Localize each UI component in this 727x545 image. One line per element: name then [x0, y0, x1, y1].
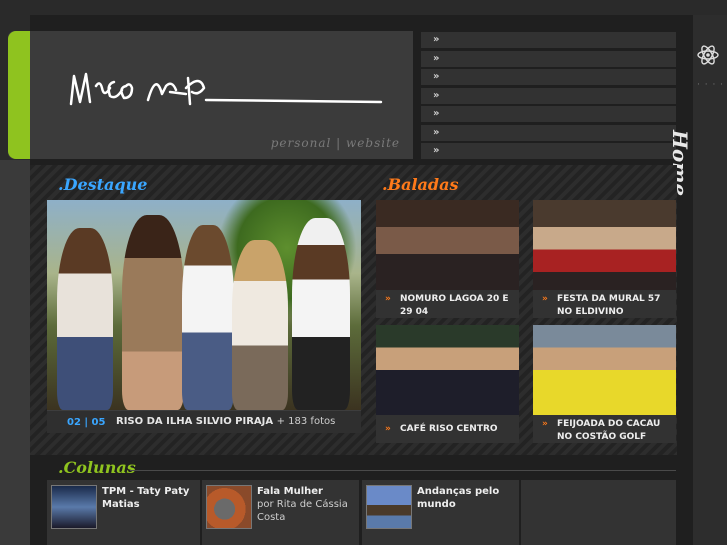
nav-item[interactable]: »	[421, 143, 676, 159]
nav-item[interactable]: »	[421, 69, 676, 85]
balada-card[interactable]: » FEIJOADA DO CACAU NO COSTÃO GOLF	[533, 325, 676, 443]
balada-card[interactable]: » CAFÉ RISO CENTRO	[376, 325, 519, 443]
coluna-card[interactable]: Andanças pelo mundo	[362, 480, 519, 545]
coluna-card-empty	[521, 480, 676, 545]
coluna-card[interactable]: Fala Mulher por Rita de Cássia Costa	[202, 480, 359, 545]
balada-label[interactable]: » CAFÉ RISO CENTRO	[376, 415, 519, 443]
nav-arrow-icon: »	[433, 108, 440, 119]
signature-logo[interactable]	[66, 64, 386, 114]
nav-arrow-icon: »	[433, 71, 440, 82]
hero-person	[292, 218, 350, 410]
coluna-title[interactable]: Andanças pelo mundo	[417, 485, 517, 511]
nav-arrow-icon: »	[433, 89, 440, 101]
chevron-right-icon: »	[385, 424, 391, 434]
colunas-heading: .Colunas	[58, 458, 136, 477]
nav-item[interactable]: »	[421, 50, 676, 67]
hero-pager[interactable]: 02 | 05	[67, 417, 105, 428]
nav-item[interactable]: »	[421, 106, 676, 122]
chevron-right-icon: »	[542, 294, 548, 304]
balada-label[interactable]: » FESTA DA MURAL 57 NO ELDIVINO	[533, 290, 676, 318]
top-nav: » » » » » » »	[421, 32, 676, 162]
logo-accent-bar	[8, 31, 30, 159]
hero-person	[182, 225, 234, 410]
left-strip	[0, 160, 30, 545]
hero-person	[232, 240, 288, 410]
balada-label[interactable]: » NOMURO LAGOA 20 E 29 04	[376, 290, 519, 318]
nav-arrow-icon: »	[433, 126, 440, 138]
coluna-card[interactable]: TPM - Taty Paty Matias	[47, 480, 200, 545]
hero-caption[interactable]: RISO DA ILHA SILVIO PIRAJA + 183 fotos	[116, 416, 335, 427]
nav-item[interactable]: »	[421, 32, 676, 48]
atom-icon[interactable]	[697, 44, 719, 66]
balada-photo[interactable]	[533, 325, 676, 415]
coluna-thumbnail[interactable]	[366, 485, 412, 529]
chevron-right-icon: »	[542, 419, 548, 429]
coluna-subtitle: por Rita de Cássia Costa	[257, 499, 348, 523]
destaque-heading: .Destaque	[58, 175, 148, 194]
hero-caption-title: RISO DA ILHA SILVIO PIRAJA	[116, 416, 274, 427]
nav-arrow-icon: »	[433, 52, 440, 64]
baladas-heading: .Baladas	[382, 175, 459, 194]
balada-photo[interactable]	[376, 325, 519, 415]
balada-label-text: CAFÉ RISO CENTRO	[400, 424, 498, 434]
balada-card[interactable]: » FESTA DA MURAL 57 NO ELDIVINO	[533, 200, 676, 318]
divider-dots: · · · ·	[697, 80, 725, 90]
coluna-title[interactable]: TPM - Taty Paty Matias	[102, 485, 202, 511]
hero-caption-bar[interactable]: 02 | 05 RISO DA ILHA SILVIO PIRAJA + 183…	[47, 410, 361, 433]
balada-label-text: FEIJOADA DO CACAU NO COSTÃO GOLF	[557, 419, 661, 442]
nav-item[interactable]: »	[421, 87, 676, 104]
hero-person	[122, 215, 184, 410]
balada-photo[interactable]	[376, 200, 519, 290]
hero-photo-count: + 183 fotos	[276, 416, 336, 427]
hero-person	[57, 228, 113, 410]
nav-item[interactable]: »	[421, 124, 676, 141]
right-sidebar	[693, 15, 727, 545]
nav-arrow-icon: »	[433, 34, 440, 45]
balada-photo[interactable]	[533, 200, 676, 290]
coluna-title[interactable]: Fala Mulher	[257, 485, 357, 498]
chevron-right-icon: »	[385, 294, 391, 304]
balada-label[interactable]: » FEIJOADA DO CACAU NO COSTÃO GOLF	[533, 415, 676, 443]
coluna-thumbnail[interactable]	[206, 485, 252, 529]
balada-card[interactable]: » NOMURO LAGOA 20 E 29 04	[376, 200, 519, 318]
destaque-hero-image[interactable]	[47, 200, 361, 410]
balada-label-text: FESTA DA MURAL 57 NO ELDIVINO	[557, 294, 661, 317]
balada-label-text: NOMURO LAGOA 20 E 29 04	[400, 294, 509, 317]
coluna-thumbnail[interactable]	[51, 485, 97, 529]
nav-arrow-icon: »	[433, 145, 440, 156]
colunas-divider	[130, 470, 676, 471]
site-tagline: personal | website	[270, 136, 400, 150]
